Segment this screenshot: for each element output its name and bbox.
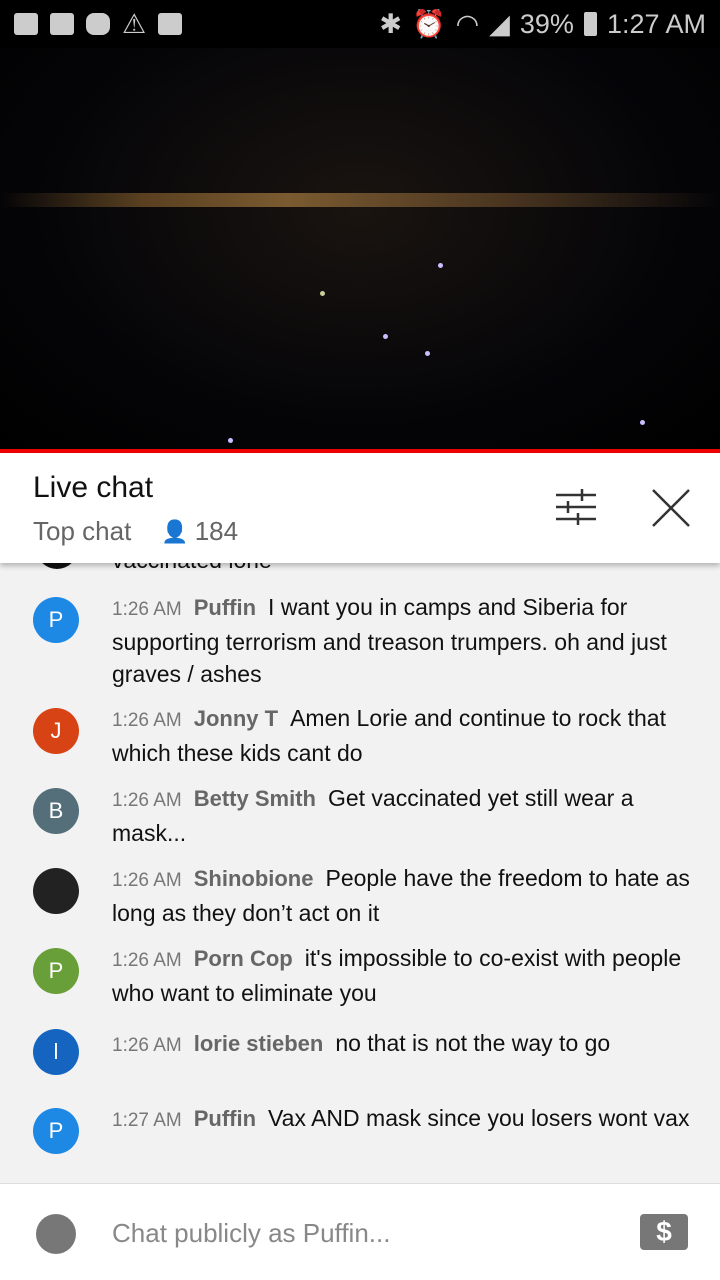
close-icon[interactable] (652, 489, 690, 527)
light (425, 351, 430, 356)
chat-header: Live chat Top chat 👤 184 (0, 453, 720, 563)
message-author[interactable]: Jonny T (194, 706, 278, 731)
avatar (33, 868, 79, 914)
battery-icon (583, 12, 597, 36)
message-author[interactable]: Porn Cop (194, 946, 293, 971)
partial-message: vaccinated lorie (112, 563, 272, 574)
avatar: P (33, 1108, 79, 1154)
crown-icon (14, 13, 38, 35)
battery-percent: 39% (519, 8, 574, 39)
bluetooth-icon: ✱ (379, 8, 402, 39)
message-time: 1:26 AM (112, 599, 182, 620)
avatar: B (33, 788, 79, 834)
avatar: P (33, 948, 79, 994)
message-time: 1:26 AM (112, 950, 182, 971)
app-m-icon (86, 13, 110, 35)
avatar (36, 563, 78, 569)
clock: 1:27 AM (606, 8, 706, 39)
chat-input-bar: Chat publicly as Puffin... $ (0, 1183, 720, 1280)
message-time: 1:27 AM (112, 1110, 182, 1131)
message-time: 1:26 AM (112, 1035, 182, 1056)
chat-mode-dropdown[interactable]: Top chat (33, 516, 131, 547)
message-author[interactable]: Puffin (194, 595, 256, 620)
signal-icon: ◢ (489, 8, 510, 39)
folder-icon (50, 13, 74, 35)
chat-title: Live chat (33, 471, 154, 504)
message-time: 1:26 AM (112, 870, 182, 891)
message-text: Get vaccinated yet still wear a mask... (112, 785, 634, 846)
wifi-icon: ◠ (455, 8, 480, 39)
avatar: l (33, 1029, 79, 1075)
message-author[interactable]: Shinobione (194, 866, 314, 891)
alarm-icon: ⏰ (411, 9, 446, 39)
light (640, 420, 645, 425)
emoji-icon[interactable] (36, 1214, 76, 1254)
message-text: no that is not the way to go (335, 1030, 611, 1056)
light (383, 334, 388, 339)
chat-input[interactable]: Chat publicly as Puffin... (112, 1218, 390, 1249)
message-time: 1:26 AM (112, 710, 182, 731)
city-lights (0, 193, 720, 207)
avatar: J (33, 708, 79, 754)
message-text: Vax AND mask since you losers wont vax (268, 1105, 690, 1131)
light (320, 291, 325, 296)
status-bar: ⚠ ✱ ⏰ ◠ ◢ 39% 1:27 AM (0, 0, 720, 48)
video-player[interactable] (0, 48, 720, 450)
image-icon (158, 13, 183, 35)
super-chat-button[interactable]: $ (640, 1214, 688, 1250)
message-author[interactable]: Puffin (194, 1106, 256, 1131)
filter-icon[interactable] (556, 489, 596, 525)
chat-list[interactable]: vaccinated lorie P 1:26 AMPuffinI want y… (0, 563, 720, 1183)
message-time: 1:26 AM (112, 790, 182, 811)
avatar: P (33, 597, 79, 643)
message-author[interactable]: lorie stieben (194, 1031, 324, 1056)
light (228, 438, 233, 443)
warning-icon: ⚠ (122, 8, 147, 39)
message-author[interactable]: Betty Smith (194, 786, 316, 811)
viewer-count: 184 (194, 516, 239, 546)
light (438, 263, 443, 268)
person-icon: 👤 (161, 518, 189, 544)
